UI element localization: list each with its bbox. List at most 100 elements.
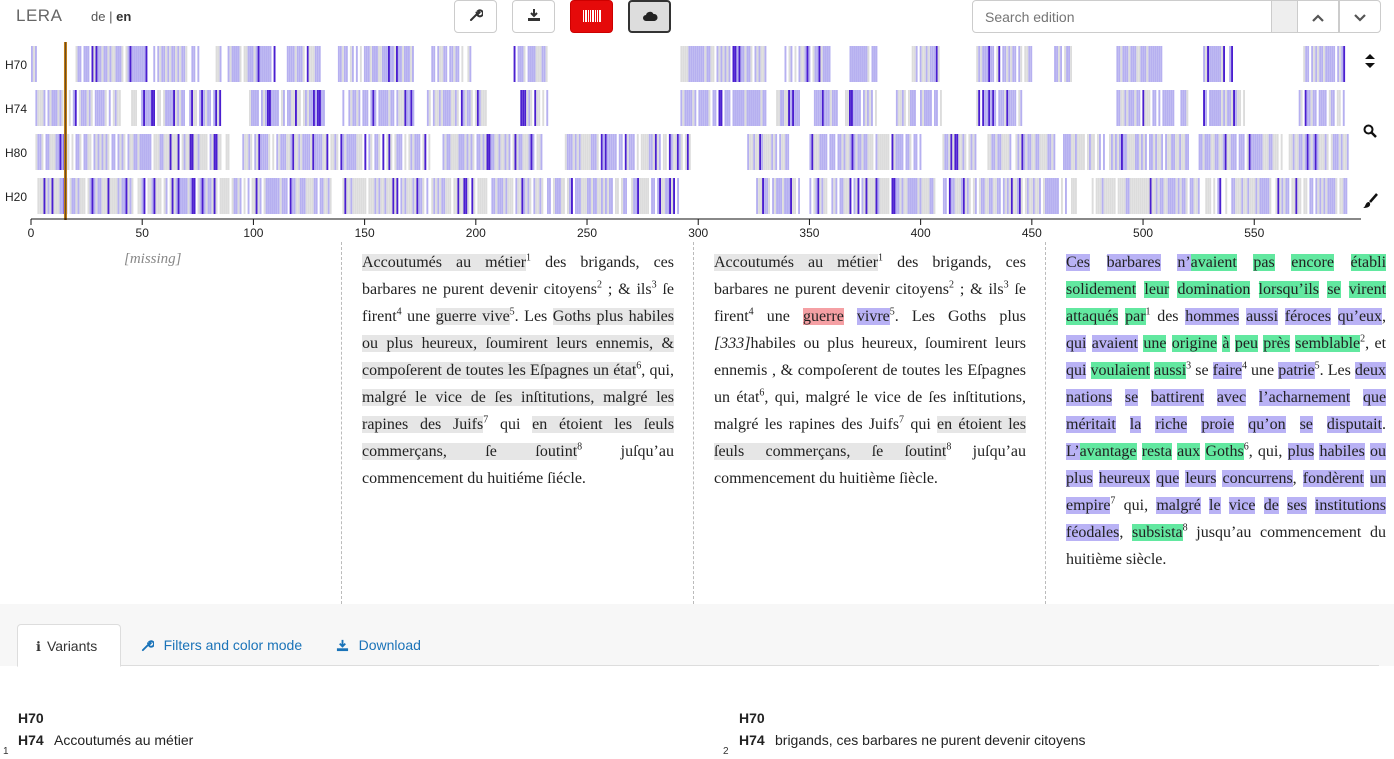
overview-bar bbox=[159, 178, 162, 214]
overview-bar bbox=[191, 134, 194, 170]
search-icon[interactable] bbox=[1362, 124, 1378, 140]
overview-bar bbox=[305, 90, 307, 126]
previous-result-button[interactable] bbox=[1297, 0, 1339, 33]
cloud-button[interactable] bbox=[628, 0, 671, 33]
overview-bar bbox=[100, 90, 103, 126]
overview-bar bbox=[1259, 178, 1262, 214]
overview-row-h74[interactable] bbox=[35, 90, 1345, 126]
overview-bar bbox=[518, 134, 521, 170]
overview-row-h80[interactable] bbox=[35, 134, 1349, 170]
overview-bar bbox=[1053, 178, 1055, 214]
overview-bar bbox=[747, 134, 750, 170]
tools-button[interactable] bbox=[454, 0, 497, 33]
overview-bar bbox=[750, 90, 753, 126]
overview-bar bbox=[260, 134, 263, 170]
overview-bar bbox=[609, 178, 611, 214]
next-result-button[interactable] bbox=[1339, 0, 1381, 33]
lang-de-link[interactable]: de bbox=[91, 9, 105, 24]
tab-filters[interactable]: Filters and color mode bbox=[123, 624, 320, 666]
tab-variants[interactable]: ℹ Variants bbox=[17, 624, 121, 667]
overview-bar bbox=[736, 90, 739, 126]
overview-bar bbox=[400, 134, 403, 170]
overview-bar bbox=[1120, 46, 1123, 82]
overview-bar bbox=[607, 178, 609, 214]
overview-bar bbox=[710, 46, 713, 82]
overview-bar bbox=[74, 90, 77, 126]
overview-bar bbox=[798, 90, 800, 126]
overview-bar bbox=[297, 178, 300, 214]
barcode-button[interactable] bbox=[570, 0, 613, 33]
brush-icon[interactable] bbox=[1362, 193, 1378, 209]
overview-bar bbox=[897, 90, 900, 126]
overview-bar bbox=[99, 134, 102, 170]
overview-chart[interactable]: H70H74H80H200 50 100 150 200 250 300 350 400 450 5… bbox=[0, 36, 1394, 242]
overview-bar bbox=[1014, 90, 1017, 126]
overview-bar bbox=[972, 134, 975, 170]
overview-bar bbox=[342, 134, 345, 170]
overview-bar bbox=[958, 178, 961, 214]
overview-bar bbox=[883, 134, 886, 170]
overview-bar bbox=[105, 178, 108, 214]
overview-bar bbox=[258, 134, 261, 170]
overview-bar bbox=[883, 178, 886, 214]
overview-bar bbox=[1103, 134, 1105, 170]
overview-bar bbox=[1116, 90, 1119, 126]
overview-bar bbox=[141, 46, 144, 82]
overview-bar bbox=[45, 134, 48, 170]
overview-bar bbox=[1137, 134, 1139, 170]
overview-row-h20[interactable] bbox=[37, 178, 1348, 214]
overview-bar bbox=[1019, 134, 1022, 170]
overview-bar bbox=[1323, 178, 1326, 214]
sort-icon[interactable] bbox=[1362, 54, 1378, 70]
overview-bar bbox=[1254, 134, 1257, 170]
overview-bar bbox=[1025, 134, 1028, 170]
overview-bar bbox=[962, 178, 965, 214]
overview-bar bbox=[1121, 178, 1124, 214]
overview-bar bbox=[1212, 134, 1215, 170]
overview-bar bbox=[865, 46, 868, 82]
overview-bar bbox=[912, 90, 914, 126]
overview-bar bbox=[821, 90, 824, 126]
overview-bar bbox=[1205, 178, 1208, 214]
overview-bar bbox=[382, 178, 385, 214]
overview-row-h70[interactable] bbox=[31, 46, 1346, 82]
overview-bar bbox=[384, 46, 386, 82]
overview-bar bbox=[1127, 178, 1130, 214]
overview-bar bbox=[351, 46, 354, 82]
overview-bar bbox=[535, 178, 538, 214]
overview-bar bbox=[1157, 178, 1160, 214]
overview-bar bbox=[412, 90, 415, 126]
overview-bar bbox=[841, 178, 844, 214]
overview-bar bbox=[937, 46, 940, 82]
overview-bar bbox=[722, 46, 725, 82]
overview-bar bbox=[317, 90, 319, 126]
overview-bar bbox=[680, 46, 683, 82]
overview-bar bbox=[1087, 134, 1089, 170]
overview-bar bbox=[1338, 90, 1341, 126]
download-button[interactable] bbox=[512, 0, 555, 33]
tab-download[interactable]: Download bbox=[318, 624, 439, 666]
lang-en-link[interactable]: en bbox=[116, 9, 131, 24]
overview-bar bbox=[470, 90, 473, 126]
overview-bar bbox=[1291, 178, 1294, 214]
overview-bar bbox=[356, 134, 359, 170]
overview-bar bbox=[589, 178, 591, 214]
overview-bar bbox=[1049, 178, 1051, 214]
overview-bar bbox=[169, 90, 171, 126]
overview-bar bbox=[1182, 90, 1185, 126]
overview-bar bbox=[135, 134, 138, 170]
overview-bar bbox=[137, 46, 140, 82]
overview-bar bbox=[43, 178, 46, 214]
overview-bar bbox=[99, 46, 102, 82]
overview-bar bbox=[901, 178, 904, 214]
overview-bar bbox=[1209, 90, 1211, 126]
overview-bar bbox=[871, 134, 874, 170]
overview-bar bbox=[1203, 46, 1205, 82]
overview-bar bbox=[760, 46, 763, 82]
overview-bar bbox=[431, 46, 434, 82]
overview-bar bbox=[1216, 134, 1219, 170]
overview-bar bbox=[885, 134, 888, 170]
variant-overview[interactable]: H70 H74 H80 H20 0 50 100 150 200 250 300 350 400 450 5… bbox=[0, 36, 1394, 242]
search-input[interactable] bbox=[972, 0, 1272, 33]
overview-bar bbox=[183, 90, 185, 126]
